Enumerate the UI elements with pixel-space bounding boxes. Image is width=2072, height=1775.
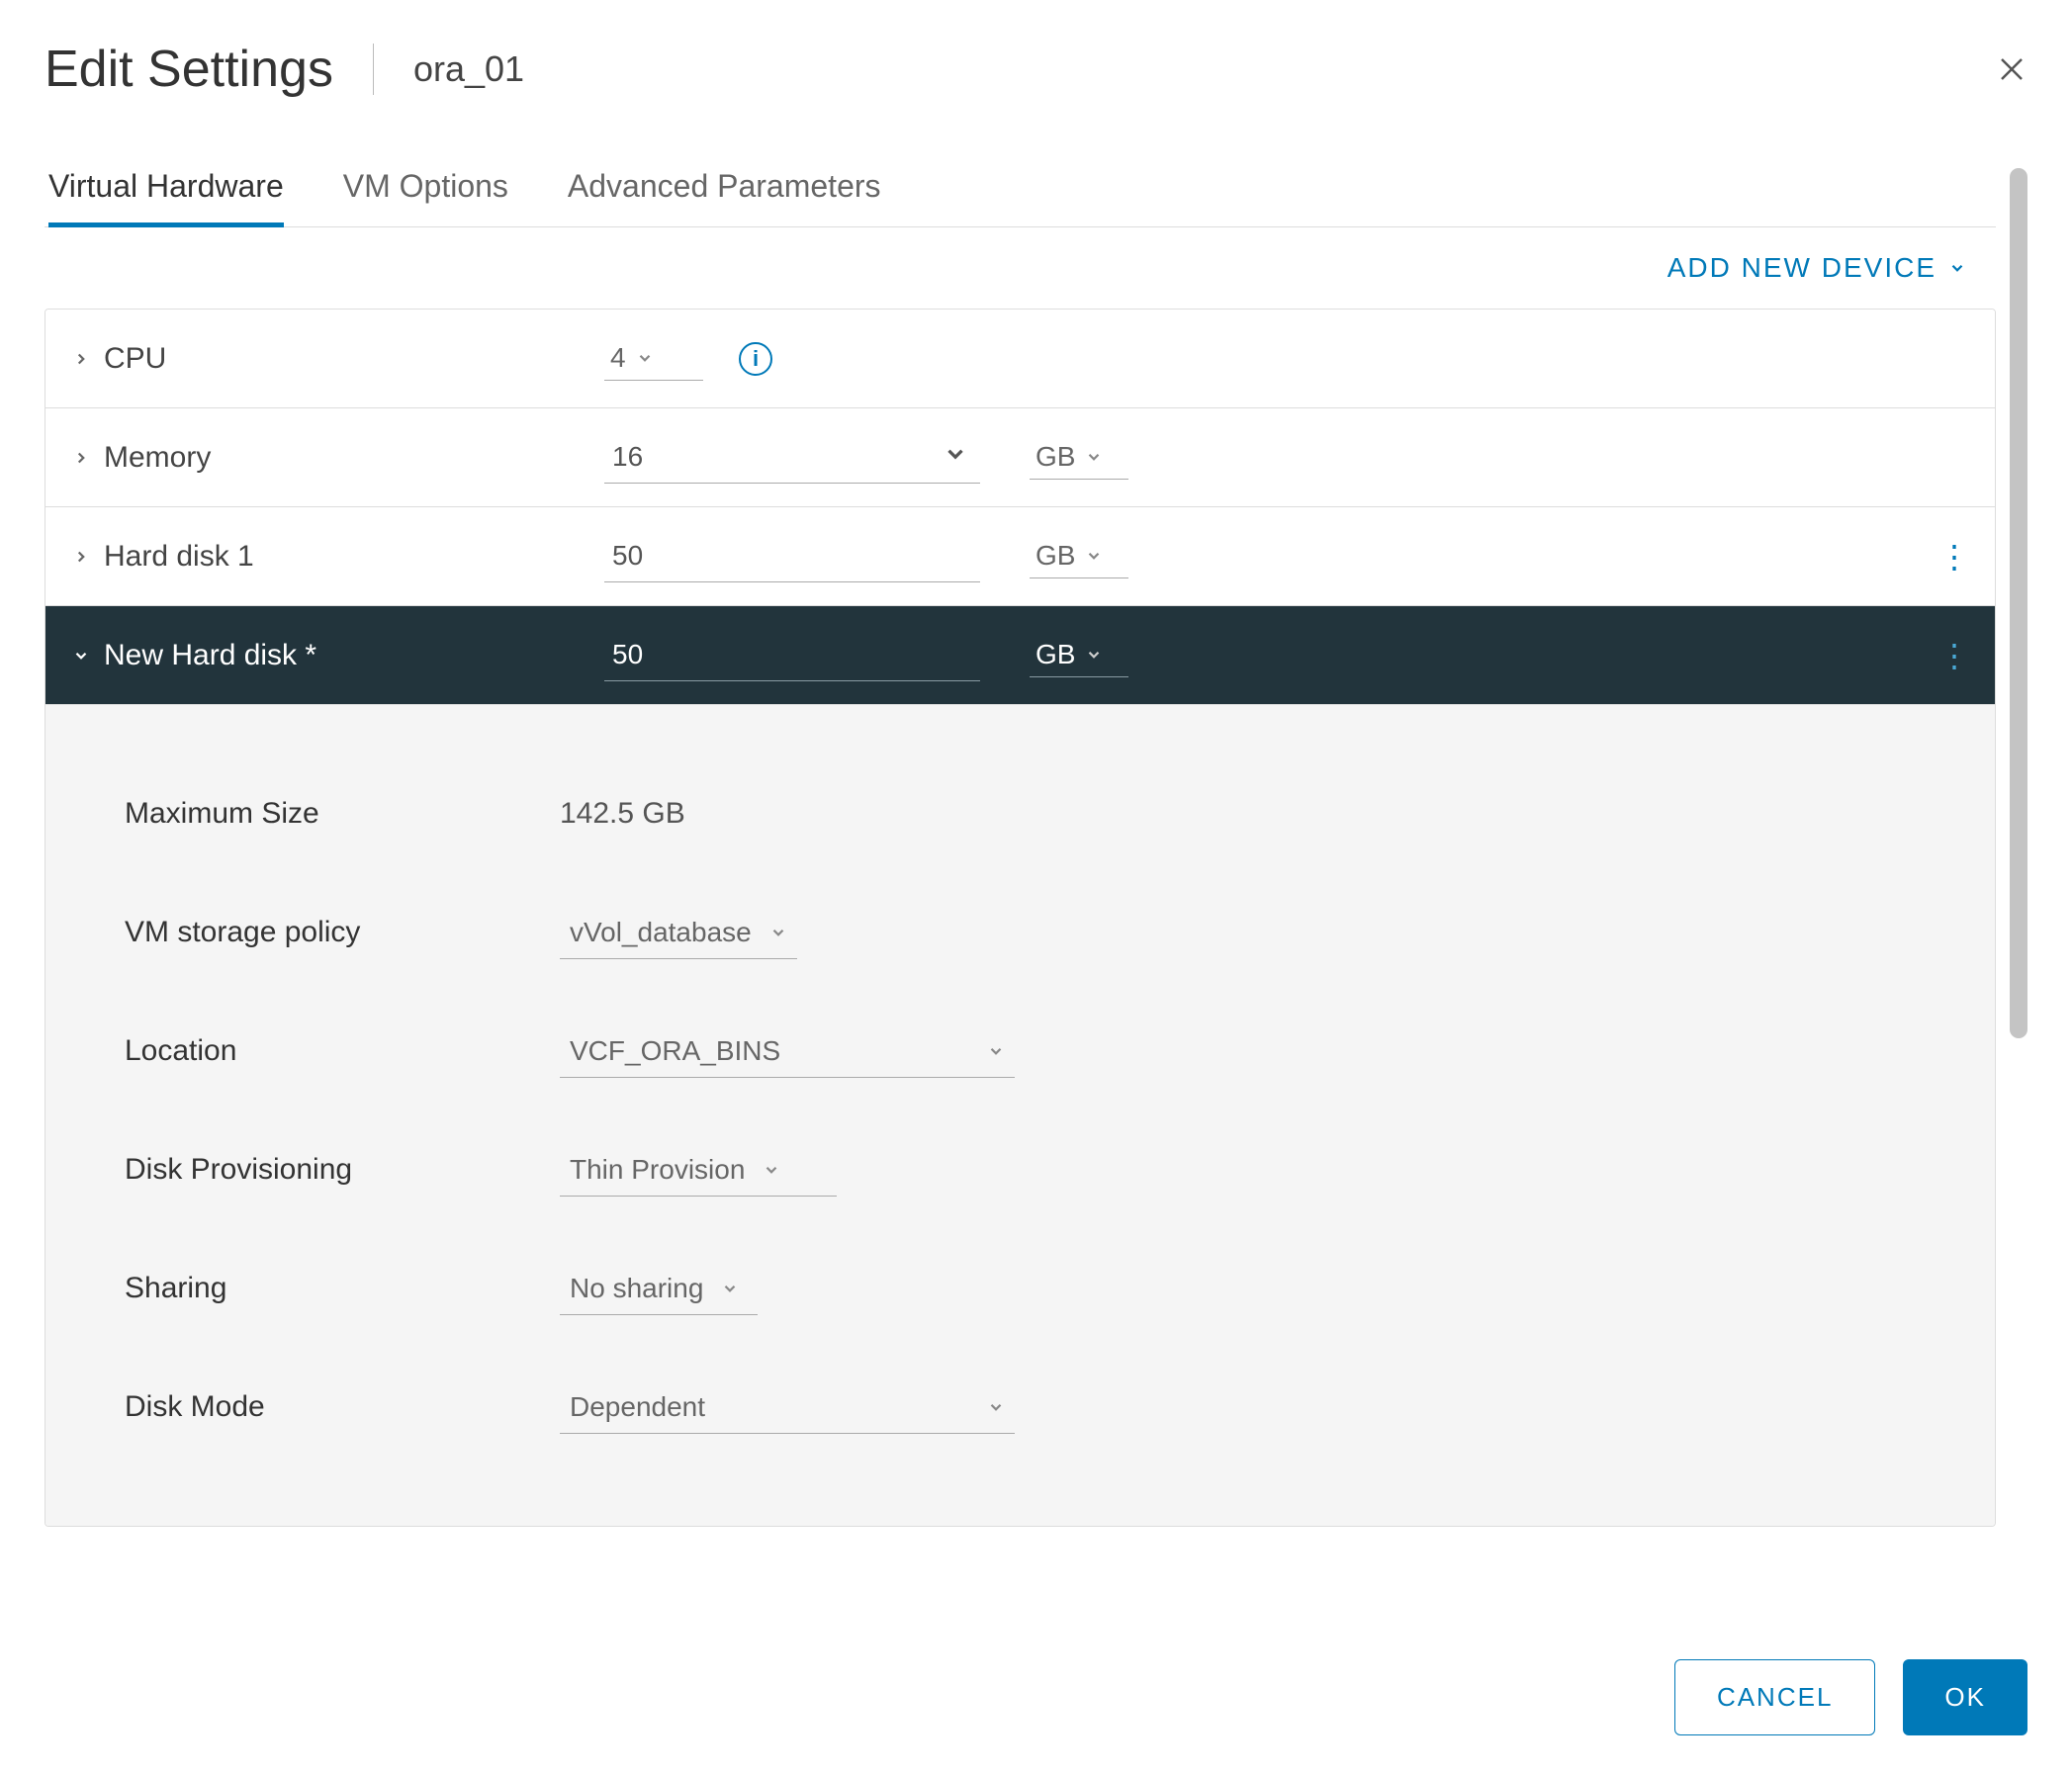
chevron-down-icon [1085,448,1103,466]
sharing-value: No sharing [570,1273,703,1304]
cpu-label: CPU [104,342,166,376]
chevron-right-icon [70,447,92,469]
hard-disk-1-row: Hard disk 1 GB ⋮ [45,507,1995,606]
chevron-down-icon [70,645,92,666]
chevron-right-icon [70,546,92,568]
tab-advanced-parameters[interactable]: Advanced Parameters [568,168,881,226]
more-actions-icon: ⋮ [1938,638,1970,673]
memory-input[interactable] [604,431,980,484]
body-content: Virtual Hardware VM Options Advanced Par… [45,168,1996,1600]
provisioning-value: Thin Provision [570,1154,745,1186]
hard-disk-1-actions[interactable]: ⋮ [1938,538,1970,576]
new-hard-disk-label: New Hard disk * [104,639,316,672]
memory-label: Memory [104,441,211,475]
provisioning-row: Disk Provisioning Thin Provision [125,1110,1936,1229]
disk-mode-select[interactable]: Dependent [560,1381,1015,1434]
more-actions-icon: ⋮ [1938,539,1970,575]
disk-mode-label: Disk Mode [125,1390,560,1424]
location-label: Location [125,1034,560,1068]
sharing-select[interactable]: No sharing [560,1263,758,1315]
location-row: Location VCF_ORA_BINS [125,992,1936,1110]
dialog-body: Virtual Hardware VM Options Advanced Par… [45,168,2027,1600]
chevron-down-icon [636,349,654,367]
dialog-header: Edit Settings ora_01 [45,40,2027,99]
disk-mode-value: Dependent [570,1391,705,1423]
new-hard-disk-unit-select[interactable]: GB [1030,633,1128,677]
vertical-scrollbar[interactable] [2010,168,2027,1600]
dialog-header-left: Edit Settings ora_01 [45,40,524,99]
maximum-size-label: Maximum Size [125,797,560,831]
chevron-down-icon [1948,259,1966,277]
close-icon [1997,54,2027,84]
disk-mode-row: Disk Mode Dependent [125,1348,1936,1466]
hard-disk-1-label: Hard disk 1 [104,540,254,574]
storage-policy-row: VM storage policy vVol_database [125,873,1936,992]
chevron-down-icon[interactable] [943,441,968,472]
cancel-button[interactable]: CANCEL [1674,1659,1875,1735]
ok-button[interactable]: OK [1903,1659,2027,1735]
hard-disk-1-controls: GB ⋮ [604,530,1970,582]
location-select[interactable]: VCF_ORA_BINS [560,1025,1015,1078]
chevron-right-icon [70,348,92,370]
tab-bar: Virtual Hardware VM Options Advanced Par… [45,168,1996,227]
cpu-row: CPU 4 i [45,310,1995,408]
cpu-controls: 4 i [604,336,1970,381]
tab-vm-options[interactable]: VM Options [343,168,508,226]
close-button[interactable] [1996,53,2027,85]
memory-row-header[interactable]: Memory [70,441,604,475]
cpu-count-value: 4 [610,342,626,374]
dialog-footer: CANCEL OK [45,1600,2027,1735]
chevron-down-icon [721,1280,739,1297]
location-value: VCF_ORA_BINS [570,1035,780,1067]
maximum-size-value: 142.5 GB [560,797,685,831]
memory-unit-value: GB [1036,441,1075,473]
sharing-row: Sharing No sharing [125,1229,1936,1348]
memory-controls: GB [604,431,1970,484]
provisioning-select[interactable]: Thin Provision [560,1144,837,1197]
edit-settings-dialog: Edit Settings ora_01 Virtual Hardware VM… [0,0,2072,1775]
chevron-down-icon [1085,547,1103,565]
new-hard-disk-actions[interactable]: ⋮ [1938,637,1970,674]
sharing-label: Sharing [125,1272,560,1305]
add-new-device-button[interactable]: ADD NEW DEVICE [1667,252,1966,284]
scrollbar-thumb[interactable] [2010,168,2027,1038]
chevron-down-icon [763,1161,780,1179]
maximum-size-row: Maximum Size 142.5 GB [125,754,1936,873]
new-hard-disk-details: Maximum Size 142.5 GB VM storage policy … [45,705,1995,1526]
hardware-panel: CPU 4 i [45,309,1996,1527]
memory-value-wrap [604,431,980,484]
chevron-down-icon [987,1398,1005,1416]
hard-disk-1-unit-select[interactable]: GB [1030,534,1128,578]
dialog-title: Edit Settings [45,40,333,99]
info-icon[interactable]: i [739,342,772,376]
memory-row: Memory GB [45,408,1995,507]
vm-name: ora_01 [413,48,524,90]
provisioning-label: Disk Provisioning [125,1153,560,1187]
new-hard-disk-unit-value: GB [1036,639,1075,670]
storage-policy-select[interactable]: vVol_database [560,907,797,959]
chevron-down-icon [769,924,787,941]
storage-policy-value: vVol_database [570,917,752,948]
title-divider [373,44,374,95]
new-hard-disk-header[interactable]: New Hard disk * [70,639,604,672]
new-hard-disk-size-input[interactable] [604,629,980,681]
cpu-row-header[interactable]: CPU [70,342,604,376]
new-hard-disk-row: New Hard disk * GB ⋮ [45,606,1995,705]
hard-disk-1-header[interactable]: Hard disk 1 [70,540,604,574]
add-device-row: ADD NEW DEVICE [45,227,1996,309]
chevron-down-icon [1085,646,1103,664]
new-hard-disk-controls: GB ⋮ [604,629,1970,681]
tab-virtual-hardware[interactable]: Virtual Hardware [48,168,284,226]
cpu-count-select[interactable]: 4 [604,336,703,381]
storage-policy-label: VM storage policy [125,916,560,949]
memory-unit-select[interactable]: GB [1030,435,1128,480]
hard-disk-1-size-input[interactable] [604,530,980,582]
hard-disk-1-unit-value: GB [1036,540,1075,572]
add-device-label: ADD NEW DEVICE [1667,252,1937,284]
chevron-down-icon [987,1042,1005,1060]
